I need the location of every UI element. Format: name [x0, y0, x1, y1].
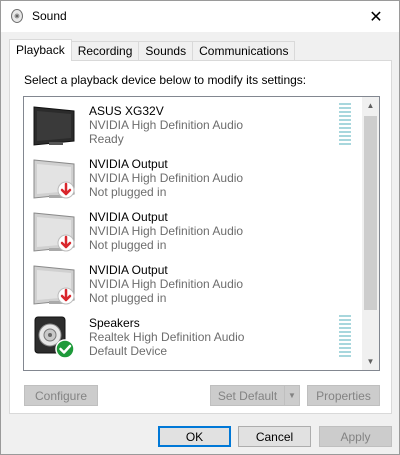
scroll-thumb[interactable]: [364, 116, 377, 310]
properties-label: Properties: [316, 388, 371, 403]
device-item-asus[interactable]: ASUS XG32V NVIDIA High Definition Audio …: [24, 99, 362, 152]
device-status: Not plugged in: [89, 185, 167, 199]
ok-label: OK: [185, 429, 204, 444]
tab-recording[interactable]: Recording: [70, 41, 140, 61]
device-list[interactable]: ASUS XG32V NVIDIA High Definition Audio …: [23, 96, 380, 371]
scroll-down-button[interactable]: ▼: [362, 353, 379, 370]
monitor-unplugged-icon: [33, 265, 75, 305]
playback-tab-page: Select a playback device below to modify…: [9, 60, 392, 414]
set-default-label: Set Default: [217, 388, 278, 403]
configure-label: Configure: [34, 388, 88, 403]
instruction-text: Select a playback device below to modify…: [24, 73, 307, 87]
device-status: Not plugged in: [89, 238, 167, 252]
window-title: Sound: [32, 9, 67, 23]
device-driver: NVIDIA High Definition Audio: [89, 224, 244, 238]
monitor-unplugged-icon: [33, 159, 75, 199]
device-name: ASUS XG32V: [89, 104, 164, 118]
device-name: NVIDIA Output: [89, 157, 168, 171]
device-item-speakers[interactable]: Speakers Realtek High Definition Audio D…: [24, 311, 362, 364]
monitor-unplugged-icon: [33, 212, 75, 252]
chevron-down-icon: ▼: [366, 357, 375, 366]
device-status: Not plugged in: [89, 291, 167, 305]
volume-meter: [339, 315, 351, 359]
device-driver: NVIDIA High Definition Audio: [89, 118, 244, 132]
device-name: NVIDIA Output: [89, 263, 168, 277]
device-status: Default Device: [89, 344, 168, 358]
set-default-dropdown[interactable]: ▼: [284, 385, 300, 406]
apply-label: Apply: [340, 429, 371, 444]
speaker-default-icon: [34, 316, 75, 359]
device-driver: NVIDIA High Definition Audio: [89, 171, 244, 185]
tab-strip: Playback Recording Sounds Communications: [9, 39, 296, 61]
device-name: NVIDIA Output: [89, 210, 168, 224]
scroll-up-button[interactable]: ▲: [362, 97, 379, 114]
tab-playback[interactable]: Playback: [9, 39, 72, 61]
sound-dialog: Sound ✕ Playback Recording Sounds Commun…: [0, 0, 400, 455]
tab-communications[interactable]: Communications: [192, 41, 296, 61]
properties-button[interactable]: Properties: [307, 385, 380, 406]
device-driver: Realtek High Definition Audio: [89, 330, 245, 344]
device-list-scrollbar[interactable]: ▲ ▼: [362, 97, 379, 370]
ok-button[interactable]: OK: [158, 426, 231, 447]
set-default-button[interactable]: Set Default: [210, 385, 285, 406]
close-button[interactable]: ✕: [353, 1, 399, 32]
apply-button[interactable]: Apply: [319, 426, 392, 447]
device-driver: NVIDIA High Definition Audio: [89, 277, 244, 291]
chevron-down-icon: ▼: [288, 391, 296, 400]
speaker-app-icon: [11, 9, 23, 23]
tab-sounds[interactable]: Sounds: [138, 41, 194, 61]
cancel-label: Cancel: [255, 429, 294, 444]
cancel-button[interactable]: Cancel: [238, 426, 311, 447]
chevron-up-icon: ▲: [366, 101, 375, 110]
device-item-nvidia-output-2[interactable]: NVIDIA Output NVIDIA High Definition Aud…: [24, 205, 362, 258]
monitor-icon: [33, 106, 75, 146]
title-bar[interactable]: Sound ✕: [1, 1, 399, 32]
configure-button[interactable]: Configure: [24, 385, 98, 406]
device-status: Ready: [89, 132, 124, 146]
device-item-nvidia-output-3[interactable]: NVIDIA Output NVIDIA High Definition Aud…: [24, 258, 362, 311]
device-item-nvidia-output-1[interactable]: NVIDIA Output NVIDIA High Definition Aud…: [24, 152, 362, 205]
device-name: Speakers: [89, 316, 140, 330]
close-icon: ✕: [369, 8, 383, 26]
volume-meter: [339, 103, 351, 147]
